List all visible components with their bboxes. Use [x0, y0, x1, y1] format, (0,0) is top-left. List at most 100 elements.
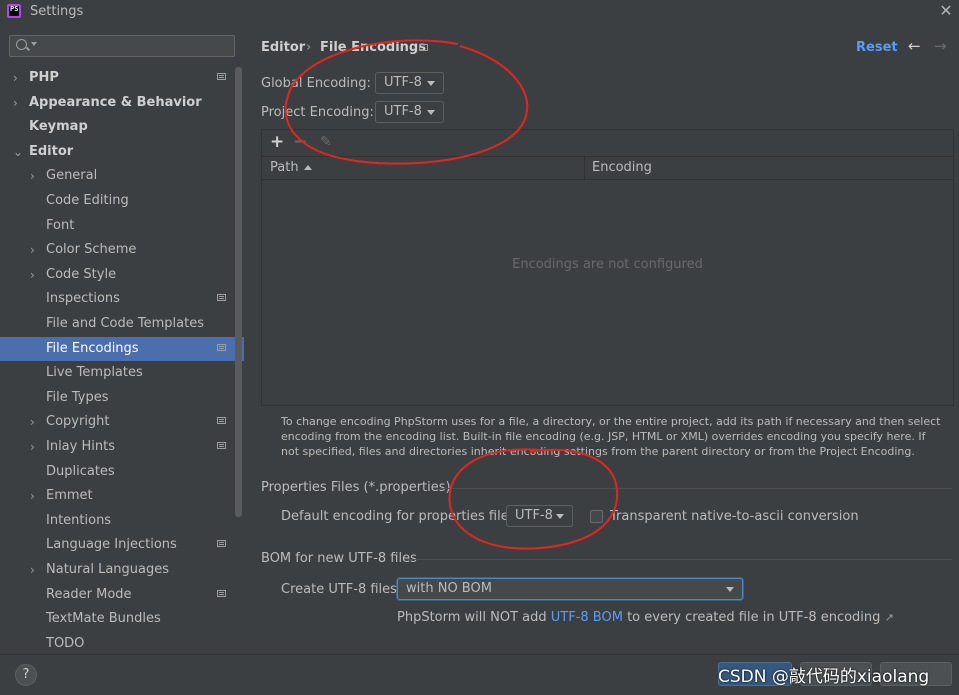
bom-select[interactable]: with NO BOM — [397, 578, 743, 600]
column-header-path[interactable]: Path — [270, 157, 299, 179]
sidebar-item-label: General — [46, 168, 98, 184]
sidebar-item-label: Duplicates — [46, 463, 115, 479]
sidebar-item[interactable]: Intentions — [0, 509, 244, 533]
column-header-encoding[interactable]: Encoding — [592, 157, 652, 179]
chevron-right-icon[interactable]: › — [13, 91, 23, 115]
section-divider — [407, 559, 952, 560]
sidebar-item-label: File Encodings — [46, 340, 139, 356]
sidebar-item[interactable]: TODO — [0, 632, 244, 654]
project-scope-icon — [217, 589, 226, 597]
sidebar-item[interactable]: Inspections — [0, 287, 244, 311]
chevron-right-icon[interactable]: › — [30, 558, 40, 582]
project-encoding-value: UTF-8 — [384, 104, 422, 119]
properties-encoding-label: Default encoding for properties files: — [281, 509, 520, 524]
sidebar-item[interactable]: › Copyright — [0, 410, 244, 434]
project-scope-icon — [217, 294, 226, 302]
reset-link[interactable]: Reset — [856, 40, 898, 55]
back-arrow-icon[interactable]: ← — [908, 37, 921, 55]
chevron-right-icon[interactable]: › — [30, 263, 40, 287]
chevron-right-icon[interactable]: › — [30, 484, 40, 508]
sidebar-item-label: TODO — [46, 635, 85, 651]
sidebar-item-label: Color Scheme — [46, 242, 137, 258]
sidebar-item[interactable]: Font — [0, 214, 244, 238]
sidebar-item-label: Emmet — [46, 488, 93, 504]
utf8-bom-link[interactable]: UTF-8 BOM — [551, 610, 623, 625]
remove-icon[interactable]: − — [293, 132, 307, 152]
project-scope-icon — [217, 442, 226, 449]
properties-encoding-select[interactable]: UTF-8 — [506, 505, 573, 527]
edit-icon[interactable]: ✎ — [320, 134, 332, 150]
sidebar-item-label: Copyright — [46, 414, 110, 430]
chevron-right-icon[interactable]: › — [30, 435, 40, 459]
sidebar-item[interactable]: › General — [0, 164, 244, 188]
sidebar-item[interactable]: File Types — [0, 386, 244, 410]
forward-arrow-icon[interactable]: → — [934, 37, 947, 55]
breadcrumb-editor[interactable]: Editor — [261, 40, 305, 55]
sidebar-item[interactable]: TextMate Bundles — [0, 607, 244, 631]
native-to-ascii-label[interactable]: Transparent native-to-ascii conversion — [610, 509, 859, 524]
sidebar-item-label: Natural Languages — [46, 562, 170, 577]
global-encoding-select[interactable]: UTF-8 — [375, 72, 444, 94]
sidebar-item[interactable]: Duplicates — [0, 460, 244, 484]
table-header: Path Encoding — [262, 156, 953, 180]
sidebar-item-label: File Types — [46, 389, 109, 405]
sidebar-item[interactable]: Reader Mode — [0, 583, 244, 607]
sidebar-item[interactable]: Language Injections — [0, 533, 244, 557]
sidebar-item-label: PHP — [29, 70, 59, 85]
sidebar-item-label: Font — [46, 217, 75, 233]
sidebar-item-label: Appearance & Behavior — [29, 94, 202, 110]
sidebar-item[interactable]: › PHP — [0, 66, 244, 90]
sidebar-item[interactable]: Live Templates — [0, 361, 244, 385]
sidebar-item[interactable]: › Color Scheme — [0, 238, 244, 262]
sidebar-item-label: Code Editing — [46, 193, 129, 208]
sidebar-item[interactable]: › Code Style — [0, 263, 244, 287]
project-scope-icon — [419, 44, 428, 51]
sidebar-item-label: Language Injections — [46, 537, 177, 553]
add-icon[interactable]: + — [270, 132, 284, 152]
sidebar-item[interactable]: › Inlay Hints — [0, 435, 244, 459]
close-icon[interactable]: ✕ — [937, 2, 955, 20]
title-bar: PS Settings ✕ — [0, 0, 959, 24]
sidebar-item-label: Live Templates — [46, 365, 143, 381]
encodings-table: + − ✎ Path Encoding Encodings are not co… — [261, 129, 954, 406]
sidebar-item-label: Editor — [29, 143, 74, 159]
sidebar-item[interactable]: File Encodings — [0, 336, 244, 361]
sidebar-item[interactable]: › Appearance & Behavior — [0, 91, 244, 115]
project-scope-icon — [217, 540, 226, 548]
help-button[interactable]: ? — [15, 664, 37, 686]
project-encoding-select[interactable]: UTF-8 — [375, 101, 444, 123]
sidebar-item-label: Intentions — [46, 512, 112, 528]
chevron-right-icon[interactable]: › — [13, 66, 23, 90]
chevron-down-icon — [726, 587, 734, 592]
chevron-right-icon[interactable]: › — [30, 410, 40, 434]
bom-section-title: BOM for new UTF-8 files — [261, 551, 417, 566]
window-title: Settings — [30, 4, 84, 19]
sidebar-item-label: File and Code Templates — [46, 316, 204, 331]
sidebar-item[interactable]: › Natural Languages — [0, 558, 244, 582]
external-link-icon[interactable]: ↗ — [885, 611, 894, 624]
search-history-dropdown-icon[interactable] — [31, 42, 37, 46]
sidebar-item[interactable]: Code Editing — [0, 189, 244, 213]
chevron-right-icon[interactable]: › — [30, 238, 40, 262]
sidebar-item[interactable]: Keymap — [0, 115, 244, 139]
chevron-down-icon — [556, 514, 564, 519]
search-icon — [16, 39, 27, 50]
project-scope-icon — [217, 343, 226, 351]
chevron-right-icon[interactable]: › — [30, 164, 40, 188]
encoding-help-text: To change encoding PhpStorm uses for a f… — [281, 415, 941, 458]
column-divider[interactable] — [584, 157, 585, 179]
sidebar-item[interactable]: › Emmet — [0, 484, 244, 508]
bom-info-text: PhpStorm will NOT add UTF-8 BOM to every… — [397, 610, 894, 625]
chevron-down-icon — [427, 81, 435, 86]
chevron-down-icon[interactable]: ⌄ — [13, 140, 23, 164]
sidebar-item-label: Inlay Hints — [46, 439, 115, 454]
sidebar-item[interactable]: File and Code Templates — [0, 312, 244, 336]
search-input[interactable] — [9, 35, 235, 57]
native-to-ascii-checkbox[interactable] — [590, 510, 603, 523]
sidebar-scrollbar[interactable] — [235, 67, 242, 517]
sidebar-item[interactable]: ⌄ Editor — [0, 140, 244, 164]
bom-info-suffix: to every created file in UTF-8 encoding — [622, 610, 881, 625]
global-encoding-value: UTF-8 — [384, 75, 422, 90]
sidebar-item-label: Inspections — [46, 291, 120, 307]
sidebar-item-label: Code Style — [46, 266, 117, 282]
